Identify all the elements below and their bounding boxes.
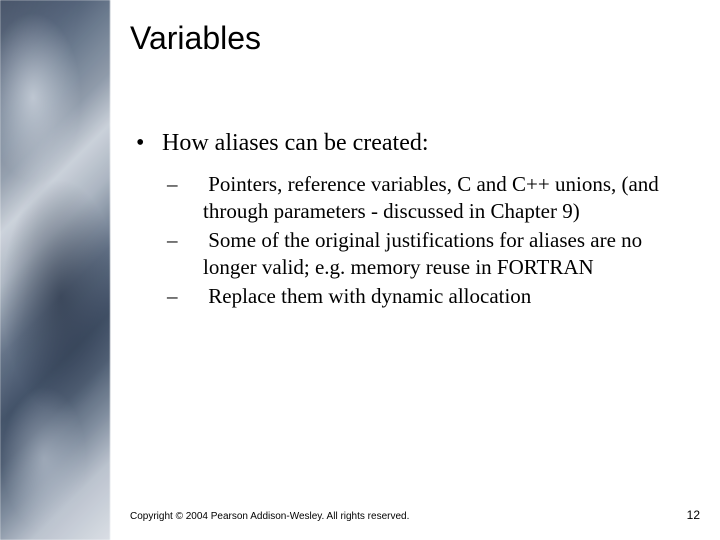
bullet-level2: Replace them with dynamic allocation: [185, 283, 670, 310]
slide-content: Variables How aliases can be created: Po…: [130, 20, 690, 520]
copyright-text: Copyright © 2004 Pearson Addison-Wesley.…: [130, 511, 409, 522]
bullet-level2-text: Pointers, reference variables, C and C++…: [203, 172, 659, 223]
sidebar-background-overlay: [0, 0, 110, 540]
sub-bullet-list: Pointers, reference variables, C and C++…: [185, 171, 670, 309]
bullet-level1: How aliases can be created:: [140, 127, 690, 159]
slide-title: Variables: [130, 20, 690, 57]
bullet-level2: Some of the original justifications for …: [185, 227, 670, 281]
bullet-level1-text: How aliases can be created:: [162, 130, 429, 156]
slide-footer: Copyright © 2004 Pearson Addison-Wesley.…: [130, 508, 700, 522]
bullet-level2: Pointers, reference variables, C and C++…: [185, 171, 670, 225]
bullet-level2-text: Some of the original justifications for …: [203, 228, 642, 279]
page-number: 12: [687, 508, 700, 522]
bullet-level2-text: Replace them with dynamic allocation: [208, 284, 531, 308]
